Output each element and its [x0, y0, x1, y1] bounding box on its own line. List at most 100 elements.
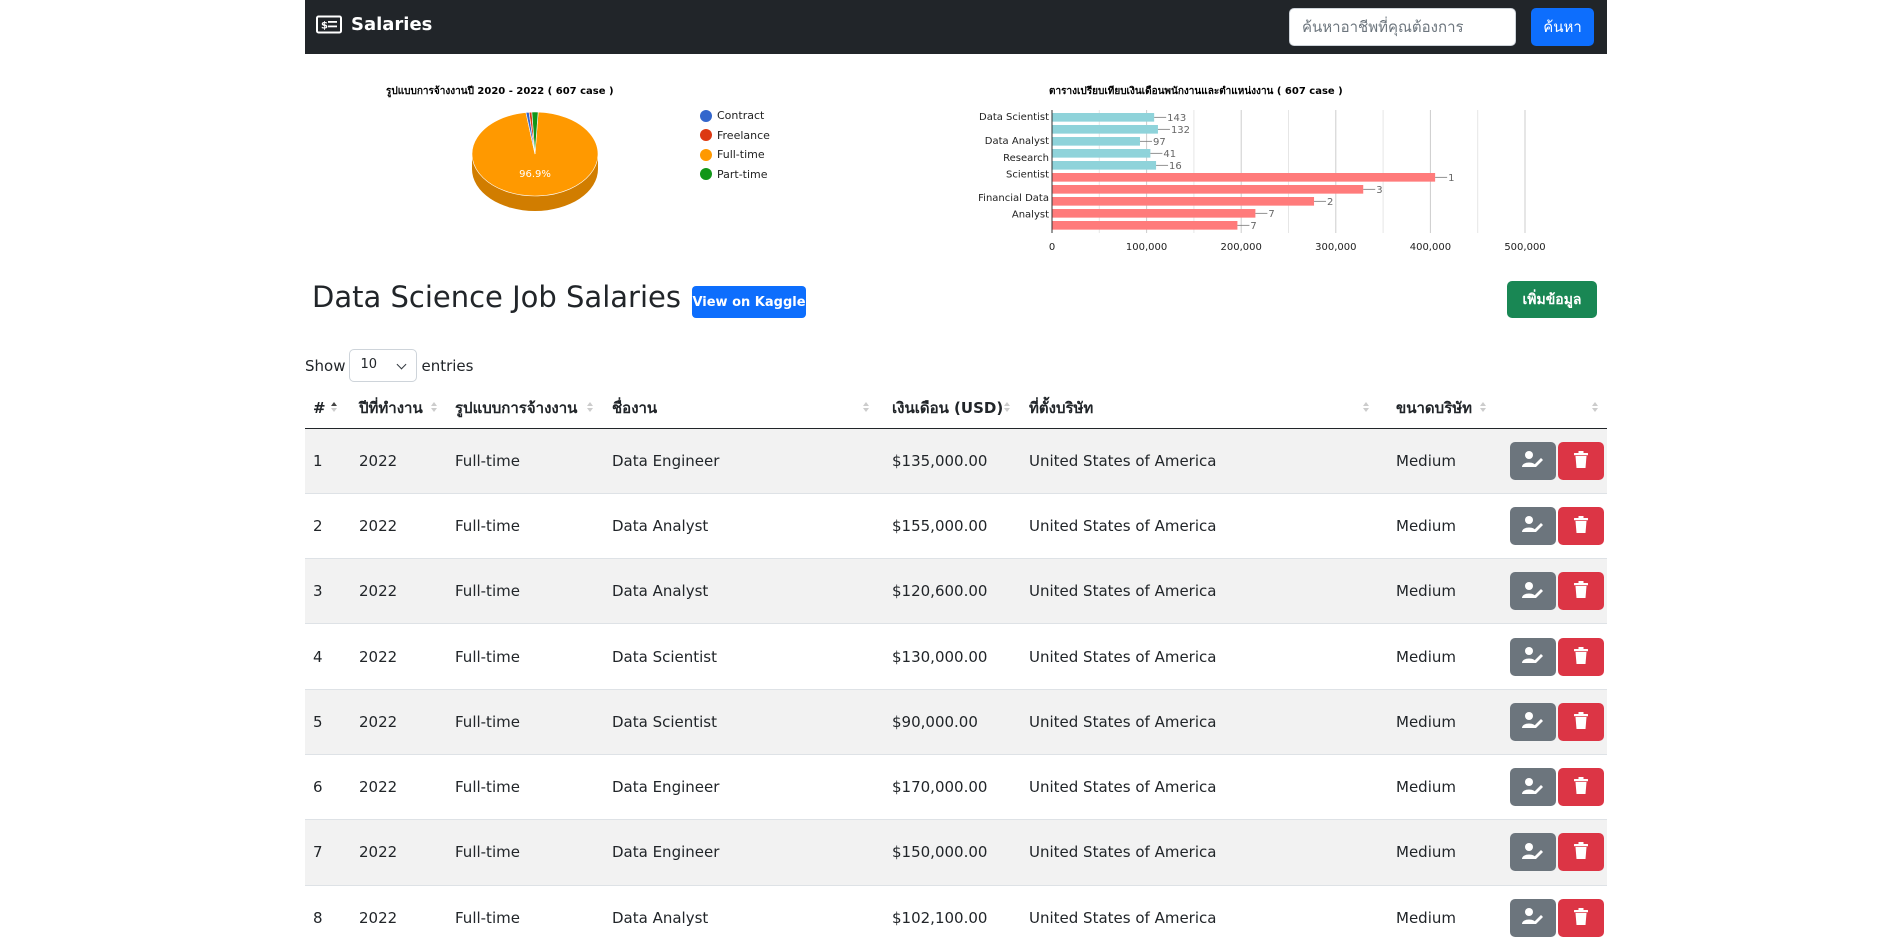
column-header-year[interactable]: ปีที่ทำงาน	[351, 388, 447, 429]
bar-data-label: 1	[1448, 173, 1454, 184]
cell-job-title: Data Engineer	[604, 428, 884, 494]
column-header-job-title[interactable]: ชื่องาน	[604, 388, 884, 429]
user-edit-icon	[1522, 711, 1544, 732]
column-header-company-location[interactable]: ที่ตั้งบริษัท	[1021, 388, 1388, 429]
bar-data-label: 97	[1153, 137, 1166, 148]
cell-employment-type: Full-time	[447, 623, 604, 690]
cell-company-size: Medium	[1388, 558, 1496, 625]
edit-button[interactable]	[1510, 702, 1556, 741]
x-tick-label: 300,000	[1315, 242, 1356, 253]
salary-bar-chart: 14313297411613277Data ScientistData Anal…	[978, 110, 1546, 253]
bar-mark	[1052, 125, 1158, 134]
cell-actions	[1496, 885, 1607, 945]
cell-work-year: 2022	[351, 754, 447, 821]
delete-button[interactable]	[1558, 506, 1604, 545]
sort-icon	[431, 400, 437, 414]
bar-mark	[1052, 221, 1238, 230]
view-on-kaggle-button[interactable]: View on Kaggle	[692, 286, 806, 318]
bar-mark	[1052, 173, 1436, 182]
cell-job-title: Data Scientist	[604, 623, 884, 690]
legend-dot	[700, 109, 712, 122]
cell-salary: $120,600.00	[884, 558, 1021, 625]
cell-salary: $170,000.00	[884, 754, 1021, 821]
cell-work-year: 2022	[351, 558, 447, 625]
legend-label: Freelance	[717, 128, 770, 142]
legend-dot	[700, 129, 712, 142]
edit-button[interactable]	[1510, 441, 1556, 480]
add-data-button[interactable]: เพิ่มข้อมูล	[1507, 281, 1597, 318]
legend-item: Freelance	[700, 126, 770, 146]
user-edit-icon	[1522, 646, 1544, 667]
delete-button[interactable]	[1558, 702, 1604, 741]
brand-title: Salaries	[351, 14, 433, 35]
cell-work-year: 2022	[351, 819, 447, 886]
cell-company-location: United States of America	[1021, 885, 1388, 945]
edit-button[interactable]	[1510, 768, 1556, 807]
bar-data-label: 132	[1171, 125, 1190, 136]
delete-button[interactable]	[1558, 572, 1604, 611]
search-button[interactable]: ค้นหา	[1531, 8, 1594, 46]
cell-company-size: Medium	[1388, 885, 1496, 945]
brand-link[interactable]: $ Salaries	[316, 14, 432, 35]
edit-button[interactable]	[1510, 572, 1556, 611]
svg-text:$: $	[321, 21, 328, 32]
cell-company-location: United States of America	[1021, 493, 1388, 560]
cell-actions	[1496, 428, 1607, 494]
cell-company-size: Medium	[1388, 428, 1496, 494]
bar-mark	[1052, 137, 1140, 146]
cell-actions	[1496, 558, 1607, 625]
x-tick-label: 100,000	[1126, 242, 1167, 253]
trash-icon	[1574, 711, 1588, 732]
table-header-row: # ปีที่ทำงาน รูปแบบการจ้างงาน ชื่องาน เง…	[305, 388, 1607, 429]
cell-company-size: Medium	[1388, 819, 1496, 886]
legend-dot	[700, 148, 712, 161]
user-edit-icon	[1522, 450, 1544, 471]
user-edit-icon	[1522, 842, 1544, 863]
column-header-employment-type[interactable]: รูปแบบการจ้างงาน	[447, 388, 604, 429]
cell-actions	[1496, 819, 1607, 886]
cell-work-year: 2022	[351, 689, 447, 755]
legend-item: Part-time	[700, 165, 770, 185]
sort-icon	[1592, 400, 1598, 414]
delete-button[interactable]	[1558, 898, 1604, 937]
cell-employment-type: Full-time	[447, 885, 604, 945]
delete-button[interactable]	[1558, 833, 1604, 872]
entries-select[interactable]: 10	[349, 349, 418, 382]
edit-button[interactable]	[1510, 898, 1556, 937]
edit-button[interactable]	[1510, 506, 1556, 545]
table-row: 8 2022 Full-time Data Analyst $102,100.00 Uni…	[305, 885, 1607, 945]
cell-work-year: 2022	[351, 885, 447, 945]
delete-button[interactable]	[1558, 768, 1604, 807]
edit-button[interactable]	[1510, 637, 1556, 676]
column-header-salary[interactable]: เงินเดือน (USD)	[884, 388, 1021, 429]
entries-select-value: 10	[360, 357, 378, 372]
cell-actions	[1496, 493, 1607, 560]
cell-work-year: 2022	[351, 428, 447, 494]
entries-length-control: Show 10 entries	[305, 349, 473, 382]
cell-row-index: 7	[305, 819, 351, 886]
edit-button[interactable]	[1510, 833, 1556, 872]
cell-job-title: Data Analyst	[604, 885, 884, 945]
cell-work-year: 2022	[351, 493, 447, 560]
bar-data-label: 16	[1169, 161, 1182, 172]
cell-company-size: Medium	[1388, 754, 1496, 821]
page-title: Data Science Job Salaries	[312, 280, 681, 314]
user-edit-icon	[1522, 581, 1544, 602]
cell-employment-type: Full-time	[447, 754, 604, 821]
column-header-company-size[interactable]: ขนาดบริษัท	[1388, 388, 1496, 429]
show-label: Show	[305, 356, 346, 375]
bar-mark	[1052, 161, 1157, 170]
delete-button[interactable]	[1558, 637, 1604, 676]
pie-chart-title: รูปแบบการจ้างงานปี 2020 - 2022 ( 607 cas…	[386, 86, 614, 97]
cell-salary: $90,000.00	[884, 689, 1021, 755]
cell-row-index: 5	[305, 689, 351, 755]
trash-icon	[1574, 842, 1588, 862]
cell-employment-type: Full-time	[447, 689, 604, 755]
cell-job-title: Data Engineer	[604, 754, 884, 821]
search-input[interactable]	[1289, 8, 1516, 46]
cell-job-title: Data Analyst	[604, 493, 884, 560]
delete-button[interactable]	[1558, 441, 1604, 480]
column-header-index[interactable]: #	[305, 388, 351, 429]
legend-dot	[700, 168, 712, 181]
column-header-actions[interactable]	[1496, 388, 1607, 429]
